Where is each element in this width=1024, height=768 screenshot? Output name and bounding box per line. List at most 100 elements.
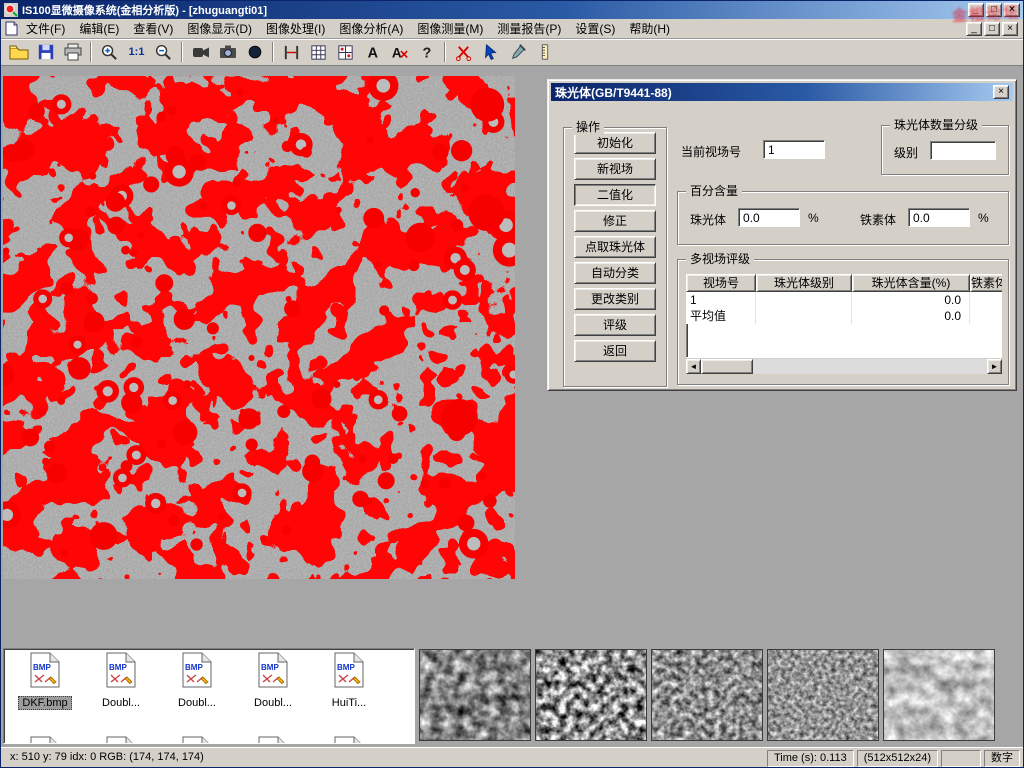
file-item-partial[interactable]: BMP xyxy=(236,736,310,744)
menu-help[interactable]: 帮助(H) xyxy=(622,18,677,39)
menu-image-process[interactable]: 图像处理(I) xyxy=(259,18,332,39)
bmp-file-icon: BMP xyxy=(334,652,364,688)
pearlite-dialog: 珠光体(GB/T9441-88) × 操作 初始化 新视场 二值化 修正 点取珠… xyxy=(547,79,1017,391)
print-button[interactable] xyxy=(60,41,85,63)
file-item[interactable]: BMP Doubl... xyxy=(236,652,310,711)
cell-grade xyxy=(756,308,852,324)
file-item[interactable]: BMP Doubl... xyxy=(84,652,158,711)
toolbar-separator xyxy=(181,42,183,62)
child-minimize-button[interactable]: _ xyxy=(966,22,982,36)
file-item-partial[interactable]: BMP xyxy=(160,736,234,744)
menu-edit[interactable]: 编辑(E) xyxy=(72,18,126,39)
grid-button[interactable] xyxy=(306,41,331,63)
file-item[interactable]: BMP Doubl... xyxy=(160,652,234,711)
grade-input[interactable] xyxy=(930,141,996,160)
return-button[interactable]: 返回 xyxy=(574,340,656,362)
zoom-in-button[interactable] xyxy=(97,41,122,63)
close-button[interactable]: × xyxy=(1004,3,1020,17)
pearlite-percent-input[interactable] xyxy=(738,208,800,227)
cut-button[interactable] xyxy=(451,41,476,63)
zoom-out-button[interactable] xyxy=(151,41,176,63)
grade-group: 珠光体数量分级 级别 xyxy=(881,125,1009,175)
current-view-input[interactable] xyxy=(763,140,825,159)
ruler-button[interactable] xyxy=(532,41,557,63)
actual-size-button[interactable]: 1:1 xyxy=(124,41,149,63)
thumbnail-4[interactable] xyxy=(767,649,879,741)
table-row[interactable]: 平均值 0.0 xyxy=(686,308,1002,324)
thumbnail-5[interactable] xyxy=(883,649,995,741)
menu-image-display[interactable]: 图像显示(D) xyxy=(180,18,259,39)
header-pearlite-grade[interactable]: 珠光体级别 xyxy=(756,274,852,292)
scroll-thumb[interactable] xyxy=(701,359,753,374)
file-item[interactable]: BMP HuiTi... xyxy=(312,652,386,711)
dialog-close-button[interactable]: × xyxy=(993,85,1009,99)
menu-settings[interactable]: 设置(S) xyxy=(568,18,622,39)
percent-group-title: 百分含量 xyxy=(686,184,742,199)
file-name: HuiTi... xyxy=(329,697,369,709)
bmp-file-icon: BMP xyxy=(182,736,212,744)
thumbnail-3[interactable] xyxy=(651,649,763,741)
svg-text:BMP: BMP xyxy=(337,663,355,672)
file-item[interactable]: BMP DKF.bmp xyxy=(8,652,82,711)
camera-button[interactable] xyxy=(215,41,240,63)
header-ferrite-content[interactable]: 铁素体含量(%) xyxy=(970,274,1002,292)
micrograph-image[interactable] xyxy=(3,76,515,579)
maximize-button[interactable]: □ xyxy=(986,3,1002,17)
picker-button[interactable] xyxy=(505,41,530,63)
text-delete-button[interactable]: A xyxy=(387,41,412,63)
svg-text:A: A xyxy=(367,45,378,61)
cell-grade xyxy=(756,292,852,308)
menu-measure-report[interactable]: 测量报告(P) xyxy=(490,18,568,39)
dialog-title-bar[interactable]: 珠光体(GB/T9441-88) × xyxy=(551,83,1013,101)
count-grid-icon xyxy=(336,43,355,62)
menu-file[interactable]: 文件(F) xyxy=(19,18,72,39)
save-button[interactable] xyxy=(33,41,58,63)
table-row[interactable]: 1 0.0 xyxy=(686,292,1002,308)
child-close-button[interactable]: × xyxy=(1002,22,1018,36)
auto-classify-button[interactable]: 自动分类 xyxy=(574,262,656,284)
menu-image-analysis[interactable]: 图像分析(A) xyxy=(332,18,410,39)
grade-group-title: 珠光体数量分级 xyxy=(890,118,982,133)
child-window-icon[interactable] xyxy=(4,21,19,36)
printer-icon xyxy=(63,42,83,62)
pointer-button[interactable] xyxy=(478,41,503,63)
capture-button[interactable] xyxy=(242,41,267,63)
header-pearlite-content[interactable]: 珠光体含量(%) xyxy=(852,274,970,292)
thumbnail-2[interactable] xyxy=(535,649,647,741)
actual-size-label: 1:1 xyxy=(129,46,145,58)
menu-bar: 文件(F) 编辑(E) 查看(V) 图像显示(D) 图像处理(I) 图像分析(A… xyxy=(1,19,1023,39)
video-button[interactable] xyxy=(188,41,213,63)
change-class-button[interactable]: 更改类别 xyxy=(574,288,656,310)
table-horizontal-scrollbar[interactable]: ◄ ► xyxy=(686,359,1002,374)
open-button[interactable] xyxy=(6,41,31,63)
bmp-file-icon: BMP xyxy=(182,652,212,688)
file-name: Doubl... xyxy=(99,697,143,709)
caliper-button[interactable] xyxy=(279,41,304,63)
scroll-right-arrow[interactable]: ► xyxy=(987,359,1002,374)
header-field-no[interactable]: 视场号 xyxy=(686,274,756,292)
binarize-button[interactable]: 二值化 xyxy=(574,184,656,206)
file-item-partial[interactable]: BMP xyxy=(84,736,158,744)
file-item-partial[interactable]: BMP xyxy=(312,736,386,744)
init-button[interactable]: 初始化 xyxy=(574,132,656,154)
help-button[interactable]: ? xyxy=(414,41,439,63)
thumbnail-1[interactable] xyxy=(419,649,531,741)
count-button[interactable] xyxy=(333,41,358,63)
minimize-button[interactable]: _ xyxy=(968,3,984,17)
pearlite-label: 珠光体 xyxy=(690,211,726,228)
new-field-button[interactable]: 新视场 xyxy=(574,158,656,180)
child-restore-button[interactable]: □ xyxy=(984,22,1000,36)
file-item-partial[interactable]: BMP xyxy=(8,736,82,744)
scroll-left-arrow[interactable]: ◄ xyxy=(686,359,701,374)
text-button[interactable]: A xyxy=(360,41,385,63)
vertical-ruler-icon xyxy=(536,43,554,61)
correct-button[interactable]: 修正 xyxy=(574,210,656,232)
zoom-in-icon xyxy=(100,43,119,62)
ferrite-percent-input[interactable] xyxy=(908,208,970,227)
grade-button[interactable]: 评级 xyxy=(574,314,656,336)
pick-pearlite-button[interactable]: 点取珠光体 xyxy=(574,236,656,258)
bmp-file-icon: BMP xyxy=(30,652,60,688)
menu-view[interactable]: 查看(V) xyxy=(126,18,180,39)
menu-image-measure[interactable]: 图像测量(M) xyxy=(410,18,490,39)
floppy-icon xyxy=(37,43,55,61)
